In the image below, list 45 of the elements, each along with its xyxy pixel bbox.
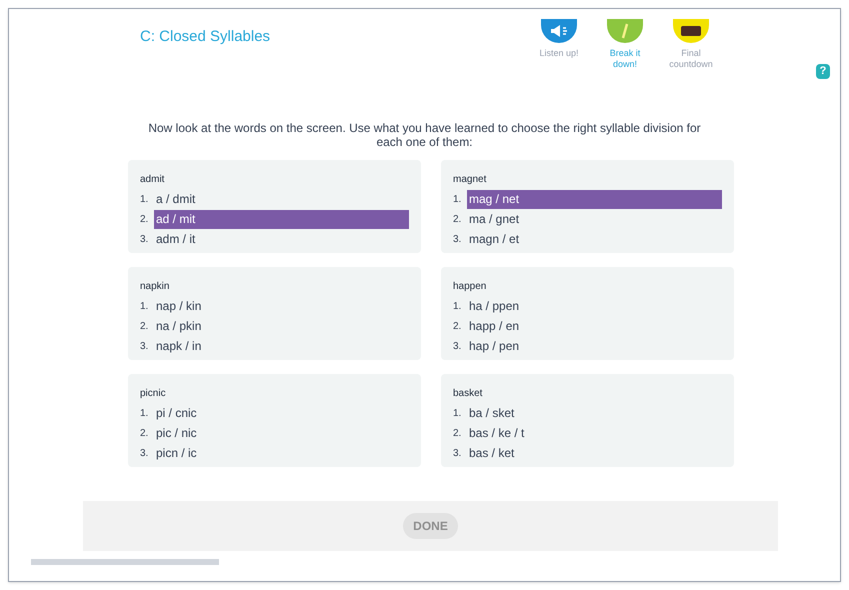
- answer-option[interactable]: magn / et: [467, 230, 722, 248]
- answer-option[interactable]: pi / cnic: [154, 404, 409, 422]
- answer-option[interactable]: adm / it: [154, 230, 409, 248]
- option-number: 2.: [453, 426, 462, 440]
- answer-option[interactable]: nap / kin: [154, 296, 409, 316]
- answer-option[interactable]: mag / net: [467, 190, 722, 208]
- answer-option[interactable]: hap / pen: [467, 336, 722, 356]
- instruction-text: Now look at the words on the screen. Use what you have learned to choose the right syllable division for each one of them:: [147, 121, 702, 149]
- answer-option[interactable]: a / dmit: [154, 190, 409, 208]
- question-word: magnet: [453, 173, 488, 187]
- answer-option[interactable]: pic / nic: [154, 424, 409, 442]
- question-word: basket: [453, 387, 484, 401]
- question-word: napkin: [140, 280, 170, 294]
- option-number: 3.: [453, 232, 462, 246]
- option-number: 2.: [453, 320, 462, 334]
- answer-option[interactable]: ad / mit: [154, 210, 409, 228]
- question-word: admit: [140, 173, 166, 187]
- option-number: 1.: [453, 406, 462, 420]
- question-word: picnic: [140, 387, 167, 401]
- answer-option[interactable]: bas / ket: [467, 444, 722, 462]
- option-number: 2.: [140, 426, 150, 440]
- option-number: 1.: [453, 192, 462, 206]
- answer-option[interactable]: picn / ic: [154, 444, 409, 462]
- answer-option[interactable]: ha / ppen: [467, 296, 722, 316]
- step-icon[interactable]: [673, 19, 709, 43]
- option-number: 1.: [140, 300, 150, 314]
- answer-option[interactable]: na / pkin: [154, 316, 409, 336]
- option-number: 3.: [140, 340, 150, 354]
- option-number: 3.: [453, 340, 462, 354]
- answer-option[interactable]: bas / ke / t: [467, 424, 722, 442]
- question-word: happen: [453, 280, 488, 294]
- option-number: 1.: [453, 300, 462, 314]
- option-number: 1.: [140, 192, 150, 206]
- option-number: 3.: [453, 446, 462, 460]
- option-number: 2.: [140, 320, 150, 334]
- option-number: 3.: [140, 232, 150, 246]
- answer-option[interactable]: ma / gnet: [467, 210, 722, 228]
- answer-option[interactable]: happ / en: [467, 316, 722, 336]
- lesson-title: C: Closed Syllables: [140, 27, 272, 47]
- option-number: 2.: [140, 212, 150, 226]
- answer-option[interactable]: napk / in: [154, 336, 409, 356]
- option-number: 2.: [453, 212, 462, 226]
- answer-option[interactable]: ba / sket: [467, 404, 722, 422]
- option-number: 1.: [140, 406, 150, 420]
- option-number: 3.: [140, 446, 150, 460]
